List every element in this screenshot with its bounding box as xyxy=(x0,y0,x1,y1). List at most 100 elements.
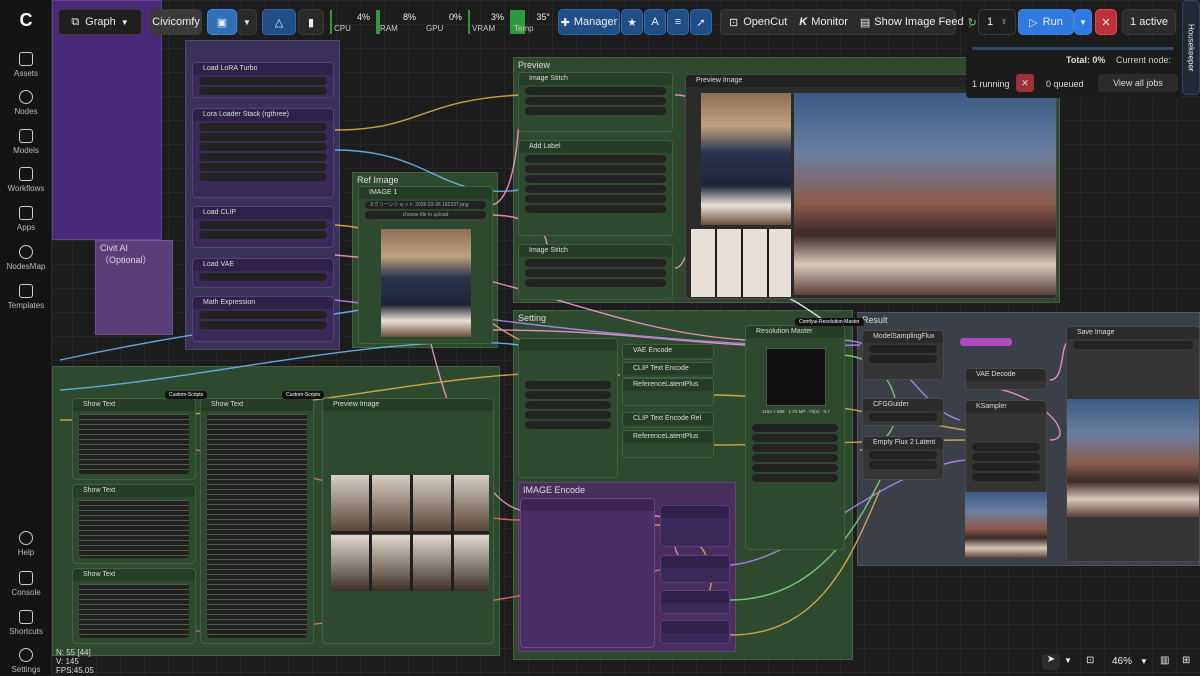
node-widget[interactable] xyxy=(525,195,666,203)
node-widget[interactable] xyxy=(972,453,1040,461)
node-encode-purple[interactable] xyxy=(520,498,655,648)
choose-file-button[interactable]: choose file to upload xyxy=(365,211,486,219)
node-widget[interactable] xyxy=(199,153,327,161)
node-widget[interactable] xyxy=(525,391,611,399)
node-empty-flux-latent[interactable]: Empty Flux 2 Latent xyxy=(862,436,944,480)
node-vae-decode[interactable]: VAE Decode xyxy=(965,368,1047,390)
node-widget[interactable] xyxy=(525,269,666,277)
sidebar-item-shortcuts[interactable]: Shortcuts xyxy=(0,610,52,636)
node-widget[interactable] xyxy=(199,273,327,281)
sidebar-item-workflows[interactable]: Workflows xyxy=(0,167,52,193)
node-widget[interactable] xyxy=(752,464,838,472)
node-widget[interactable] xyxy=(199,163,327,171)
node-show-text-4[interactable]: Show Text xyxy=(200,398,314,644)
node-reference-latent-2[interactable]: ReferenceLatentPlus xyxy=(622,430,714,458)
node-widget[interactable] xyxy=(199,87,327,95)
node-add-label[interactable]: Add Label xyxy=(518,140,673,236)
node-show-text-2[interactable]: Show Text xyxy=(72,484,196,564)
node-ksampler[interactable]: KSampler xyxy=(965,400,1047,496)
manager-button[interactable]: ✚ Manager xyxy=(558,9,620,35)
node-widget[interactable] xyxy=(199,143,327,151)
active-jobs-button[interactable]: 1 active xyxy=(1122,9,1176,35)
node-cfg-guider[interactable]: CFGGuider xyxy=(862,398,944,426)
node-widget[interactable] xyxy=(972,463,1040,471)
sidebar-item-templates[interactable]: Templates xyxy=(0,284,52,310)
node-widget[interactable] xyxy=(752,444,838,452)
node-encode-vae[interactable] xyxy=(660,505,730,547)
drag-handle-icon[interactable]: ⋮ xyxy=(964,9,976,35)
sidebar-item-help[interactable]: Help xyxy=(0,531,52,557)
minimap-button[interactable]: ▥ xyxy=(1160,655,1169,666)
node-widget[interactable] xyxy=(525,87,666,95)
node-widget[interactable] xyxy=(972,473,1040,481)
chevron-down-icon[interactable]: ▼ xyxy=(1140,657,1148,666)
node-widget[interactable] xyxy=(199,221,327,229)
node-widget[interactable] xyxy=(199,77,327,85)
node-clip-text-encode-1[interactable]: CLIP Text Encode xyxy=(622,362,714,378)
node-encode-cond-2[interactable] xyxy=(660,620,730,644)
run-button[interactable]: ▷ Run xyxy=(1018,9,1074,35)
node-math-expression[interactable]: Math Expression xyxy=(192,296,334,342)
star-button[interactable]: ★ xyxy=(621,9,643,35)
node-widget[interactable] xyxy=(525,401,611,409)
sidebar-item-console[interactable]: Console xyxy=(0,571,52,597)
node-widget[interactable] xyxy=(752,474,838,482)
chevron-down-icon[interactable]: ▼ xyxy=(1064,656,1072,665)
node-show-text-1[interactable]: Show Text xyxy=(72,398,196,480)
node-encode-latent[interactable] xyxy=(660,555,730,583)
cancel-running-button[interactable]: ✕ xyxy=(1016,74,1034,92)
node-save-image[interactable]: Save Image xyxy=(1066,326,1200,562)
gallery-button[interactable]: ≡ xyxy=(667,9,689,35)
node-widget[interactable] xyxy=(525,279,666,287)
node-lora-loader-stack[interactable]: Lora Loader Stack (rgthree) xyxy=(192,108,334,198)
sidebar-item-apps[interactable]: Apps xyxy=(0,206,52,232)
graph-menu-button[interactable]: ⧉ Graph ▼ xyxy=(58,9,142,35)
node-vae-encode[interactable]: VAE Encode xyxy=(622,344,714,360)
sidebar-item-assets[interactable]: Assets xyxy=(0,52,52,78)
node-widget[interactable] xyxy=(525,175,666,183)
comfy-logo-icon[interactable]: C xyxy=(14,10,38,34)
filename-prefix-field[interactable] xyxy=(1073,341,1193,349)
sidebar-item-settings[interactable]: Settings xyxy=(0,648,52,674)
node-load-image[interactable]: IMAGE 1 スクリーンショット 2026-03-26 162337.png … xyxy=(358,186,493,344)
node-model-sampling[interactable]: ModelSamplingFlux xyxy=(862,330,944,380)
sidebar-item-nodesmap[interactable]: NodesMap xyxy=(0,245,52,271)
canvas-mode-button[interactable]: △ xyxy=(262,9,296,35)
share-button[interactable]: ➚ xyxy=(690,9,712,35)
node-widget[interactable] xyxy=(525,97,666,105)
node-widget[interactable] xyxy=(199,231,327,239)
housekeeper-tab[interactable]: Housekeeper xyxy=(1182,0,1200,95)
node-widget[interactable] xyxy=(199,133,327,141)
resolution-canvas[interactable] xyxy=(766,348,826,406)
node-reference-latent-1[interactable]: ReferenceLatentPlus xyxy=(622,378,714,406)
node-widget[interactable] xyxy=(525,205,666,213)
node-load-vae[interactable]: Load VAE xyxy=(192,258,334,288)
node-image-stitch-2[interactable]: Image Stitch xyxy=(518,244,673,300)
node-load-clip[interactable]: Load CLIP xyxy=(192,206,334,248)
node-widget[interactable] xyxy=(199,173,327,181)
node-widget[interactable] xyxy=(199,311,327,319)
bookmark-button[interactable]: ▮ xyxy=(298,9,324,35)
node-widget[interactable] xyxy=(869,451,937,459)
node-load-lora-turbo[interactable]: Load LoRA Turbo xyxy=(192,62,334,98)
node-preview-image[interactable]: Preview Image xyxy=(685,74,1057,299)
node-image-stitch-1[interactable]: Image Stitch xyxy=(518,72,673,132)
queue-mode-dropdown[interactable]: ▼ xyxy=(237,9,257,35)
node-resolution-input[interactable] xyxy=(518,338,618,478)
node-show-text-3[interactable]: Show Text xyxy=(72,568,196,644)
cancel-run-button[interactable]: ✕ xyxy=(1095,9,1117,35)
image-file-select[interactable]: スクリーンショット 2026-03-26 162337.png xyxy=(365,201,486,209)
sidebar-item-models[interactable]: Models xyxy=(0,129,52,155)
node-widget[interactable] xyxy=(199,123,327,131)
node-widget[interactable] xyxy=(525,155,666,163)
node-widget[interactable] xyxy=(525,411,611,419)
node-widget[interactable] xyxy=(869,355,937,363)
node-widget[interactable] xyxy=(869,345,937,353)
batch-count-input[interactable]: 1 ⇕ xyxy=(978,9,1016,35)
node-widget[interactable] xyxy=(752,454,838,462)
node-widget[interactable] xyxy=(525,381,611,389)
node-widget[interactable] xyxy=(525,259,666,267)
workflow-tab[interactable]: Civicomfy xyxy=(150,9,202,35)
select-tool-button[interactable]: ➤ xyxy=(1042,654,1060,670)
layout-button[interactable]: ⊞ xyxy=(1182,655,1190,666)
